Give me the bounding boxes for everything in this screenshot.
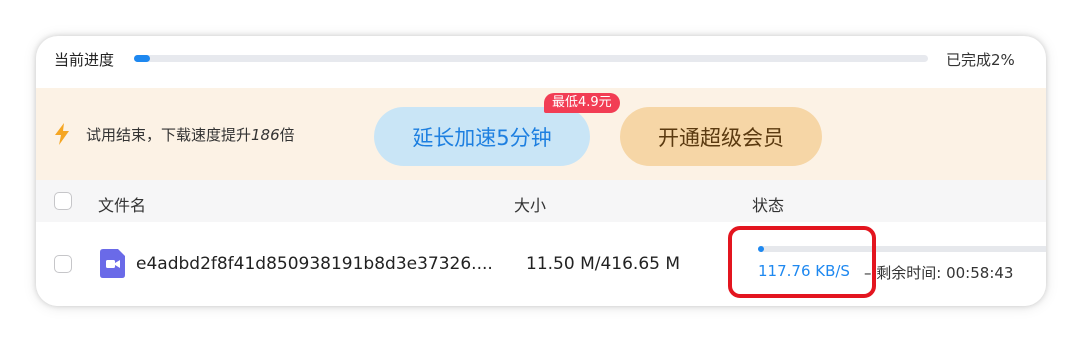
- table-header: 文件名 大小 状态: [36, 180, 1046, 222]
- row-checkbox[interactable]: [54, 255, 72, 273]
- extend-speedup-button[interactable]: 延长加速5分钟: [374, 107, 590, 166]
- progress-label: 当前进度: [54, 51, 115, 69]
- progress-status-text: 已完成2%: [946, 51, 1015, 69]
- video-file-icon: [100, 249, 125, 278]
- column-header-size[interactable]: 大小: [514, 192, 546, 216]
- promo-text-prefix: 试用结束，下载速度提升: [86, 126, 252, 144]
- promo-text-suffix: 倍: [279, 126, 295, 144]
- column-header-name[interactable]: 文件名: [98, 192, 146, 216]
- file-size: 11.50 M/416.65 M: [526, 254, 681, 274]
- overall-progress-row: 当前进度 已完成2%: [36, 36, 1046, 88]
- promo-speed-multiplier: 186: [251, 126, 280, 144]
- remaining-time: – 剩余时间: 00:58:43: [864, 264, 1014, 282]
- speedup-promo-banner: 试用结束，下载速度提升186倍 延长加速5分钟 最低4.9元 开通超级会员: [36, 88, 1046, 180]
- table-row[interactable]: e4adbd2f8f41d850938191b8d3e37326.... 11.…: [36, 222, 1046, 306]
- select-all-checkbox[interactable]: [54, 192, 72, 210]
- lightning-bolt-icon: [55, 123, 69, 145]
- open-super-vip-button[interactable]: 开通超级会员: [620, 107, 822, 166]
- speed-highlight-annotation: [728, 226, 876, 298]
- overall-progress-bar: [134, 55, 928, 62]
- column-header-status[interactable]: 状态: [752, 192, 784, 216]
- file-name[interactable]: e4adbd2f8f41d850938191b8d3e37326....: [136, 254, 493, 274]
- download-panel: 当前进度 已完成2% 试用结束，下载速度提升186倍 延长加速5分钟 最低4.9…: [36, 36, 1046, 306]
- promo-message: 试用结束，下载速度提升186倍: [86, 124, 295, 145]
- overall-progress-fill: [134, 55, 150, 62]
- price-badge: 最低4.9元: [544, 93, 620, 113]
